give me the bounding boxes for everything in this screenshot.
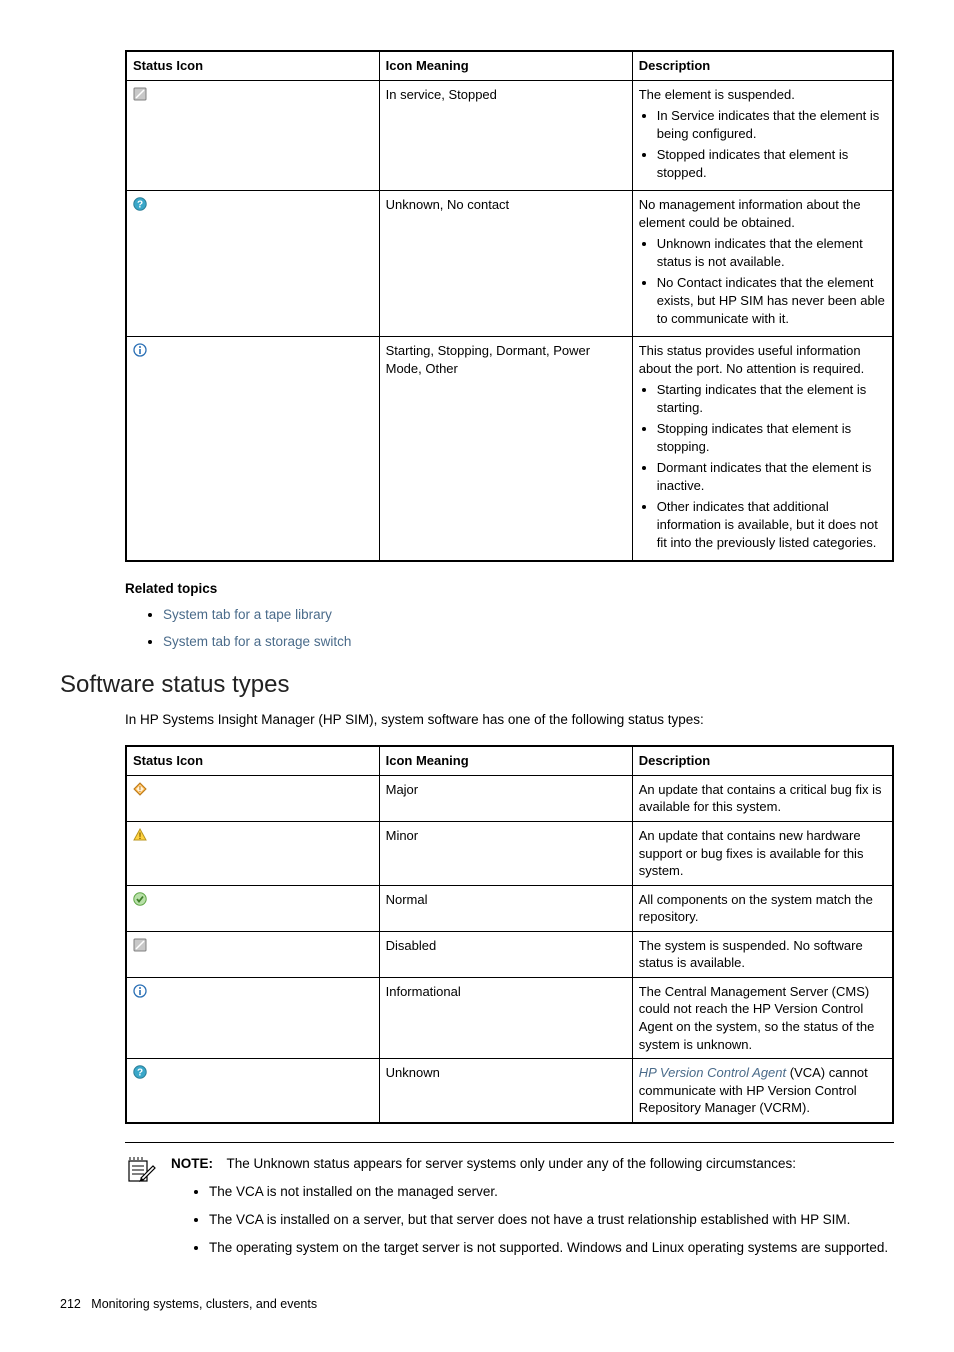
icon-meaning-cell: Major (379, 775, 632, 821)
icon-meaning-cell: Minor (379, 822, 632, 886)
major-icon (126, 775, 379, 821)
icon-meaning-cell: Starting, Stopping, Dormant, Power Mode,… (379, 337, 632, 562)
table-row: UnknownHP Version Control Agent (VCA) ca… (126, 1059, 893, 1123)
icon-meaning-cell: Unknown, No contact (379, 191, 632, 337)
desc-bullet: Stopped indicates that element is stoppe… (657, 146, 886, 181)
description-cell: All components on the system match the r… (632, 885, 893, 931)
link-storage-switch[interactable]: System tab for a storage switch (163, 634, 351, 649)
section-intro: In HP Systems Insight Manager (HP SIM), … (125, 711, 894, 729)
icon-meaning-cell: Unknown (379, 1059, 632, 1123)
suspended-icon (126, 931, 379, 977)
description-cell: This status provides useful information … (632, 337, 893, 562)
page-footer: 212 Monitoring systems, clusters, and ev… (60, 1296, 894, 1313)
desc-bullet: Unknown indicates that the element statu… (657, 235, 886, 270)
table-row: MajorAn update that contains a critical … (126, 775, 893, 821)
info-icon (126, 977, 379, 1058)
status-table-1: Status Icon Icon Meaning Description In … (125, 50, 894, 562)
description-cell: An update that contains new hardware sup… (632, 822, 893, 886)
desc-bullet: No Contact indicates that the element ex… (657, 274, 886, 327)
icon-meaning-cell: Disabled (379, 931, 632, 977)
icon-meaning-cell: Normal (379, 885, 632, 931)
th-status-icon: Status Icon (126, 51, 379, 80)
note-icon (125, 1155, 157, 1268)
unknown-icon (126, 1059, 379, 1123)
description-cell: The system is suspended. No software sta… (632, 931, 893, 977)
note-list: The VCA is not installed on the managed … (171, 1183, 894, 1258)
minor-icon (126, 822, 379, 886)
software-status-types-heading: Software status types (60, 669, 894, 701)
info-icon (126, 337, 379, 562)
page-number: 212 (60, 1297, 81, 1311)
table-row: Unknown, No contactNo management informa… (126, 191, 893, 337)
description-cell: The Central Management Server (CMS) coul… (632, 977, 893, 1058)
th-icon-meaning: Icon Meaning (379, 51, 632, 80)
icon-meaning-cell: In service, Stopped (379, 80, 632, 191)
desc-bullet: Starting indicates that the element is s… (657, 381, 886, 416)
note-bullet: The operating system on the target serve… (209, 1239, 894, 1257)
th2-description: Description (632, 746, 893, 775)
table-row: Starting, Stopping, Dormant, Power Mode,… (126, 337, 893, 562)
desc-bullet: Stopping indicates that element is stopp… (657, 420, 886, 455)
description-cell: The element is suspended.In Service indi… (632, 80, 893, 191)
related-topics-heading: Related topics (125, 580, 894, 598)
link-tape-library[interactable]: System tab for a tape library (163, 607, 332, 622)
status-table-2: Status Icon Icon Meaning Description Maj… (125, 745, 894, 1123)
note-bullet: The VCA is installed on a server, but th… (209, 1211, 894, 1229)
footer-text: Monitoring systems, clusters, and events (91, 1297, 317, 1311)
unknown-icon (126, 191, 379, 337)
description-cell: No management information about the elem… (632, 191, 893, 337)
note-bullet: The VCA is not installed on the managed … (209, 1183, 894, 1201)
table-row: In service, StoppedThe element is suspen… (126, 80, 893, 191)
normal-icon (126, 885, 379, 931)
note-block: NOTE: The Unknown status appears for ser… (125, 1142, 894, 1268)
desc-bullet: Other indicates that additional informat… (657, 498, 886, 551)
icon-meaning-cell: Informational (379, 977, 632, 1058)
table-row: MinorAn update that contains new hardwar… (126, 822, 893, 886)
desc-bullet: In Service indicates that the element is… (657, 107, 886, 142)
description-cell: HP Version Control Agent (VCA) cannot co… (632, 1059, 893, 1123)
note-label: NOTE: (171, 1156, 213, 1171)
th-description: Description (632, 51, 893, 80)
th2-icon-meaning: Icon Meaning (379, 746, 632, 775)
table-row: InformationalThe Central Management Serv… (126, 977, 893, 1058)
desc-bullet: Dormant indicates that the element is in… (657, 459, 886, 494)
th2-status-icon: Status Icon (126, 746, 379, 775)
suspended-icon (126, 80, 379, 191)
description-cell: An update that contains a critical bug f… (632, 775, 893, 821)
table-row: NormalAll components on the system match… (126, 885, 893, 931)
related-topics-list: System tab for a tape library System tab… (125, 606, 894, 650)
vca-link[interactable]: HP Version Control Agent (639, 1065, 786, 1080)
note-lead: The Unknown status appears for server sy… (227, 1156, 797, 1171)
table-row: DisabledThe system is suspended. No soft… (126, 931, 893, 977)
